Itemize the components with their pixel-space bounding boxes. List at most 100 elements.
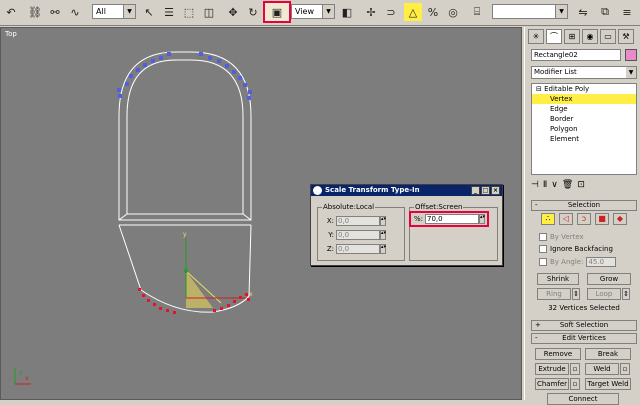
select-object-icon[interactable]: ↖ (140, 3, 158, 21)
motion-tab-icon[interactable]: ◉ (582, 29, 598, 44)
object-name-field[interactable]: Rectangle02 (531, 49, 621, 61)
y-field[interactable]: 0,0 (336, 230, 380, 240)
x-spinner[interactable]: ▴▾ (380, 216, 386, 226)
target-weld-button[interactable]: Target Weld (585, 378, 631, 390)
edit-vertices-rollout-header[interactable]: - Edit Vertices (531, 333, 637, 344)
minimize-icon[interactable]: _ (471, 186, 480, 195)
checkbox-box (539, 233, 547, 241)
element-mode-icon[interactable]: ◆ (613, 213, 627, 225)
remove-modifier-icon[interactable]: 🗑 (562, 180, 573, 190)
ring-spinner[interactable]: ⇕ (572, 288, 580, 300)
percent-snap-icon[interactable]: % (424, 3, 442, 21)
dialog-titlebar[interactable]: Scale Transform Type-In _ □ × (311, 185, 502, 196)
chamfer-button[interactable]: Chamfer (535, 378, 569, 390)
stack-item-label: Polygon (550, 125, 578, 133)
scale-gizmo: y x (183, 231, 253, 308)
svg-text:x: x (25, 375, 29, 382)
select-manipulate-icon[interactable]: ✢ (362, 3, 380, 21)
dialog-title: Scale Transform Type-In (325, 186, 420, 194)
loop-button[interactable]: Loop (587, 288, 621, 300)
svg-text:x: x (249, 291, 253, 298)
remove-button[interactable]: Remove (535, 348, 581, 360)
weld-settings-icon[interactable]: ▫ (620, 363, 630, 375)
object-color-swatch[interactable] (625, 49, 637, 61)
by-vertex-checkbox[interactable]: By Vertex (539, 233, 584, 241)
move-icon[interactable]: ✥ (224, 3, 242, 21)
chevron-down-icon: ▼ (555, 5, 567, 18)
grow-button[interactable]: Grow (587, 273, 631, 285)
region-select-icon[interactable]: ⬚ (180, 3, 198, 21)
extrude-button[interactable]: Extrude (535, 363, 569, 375)
chamfer-settings-icon[interactable]: ▫ (570, 378, 580, 390)
rotate-icon[interactable]: ↻ (244, 3, 262, 21)
stack-item-polygon[interactable]: Polygon (532, 124, 636, 134)
reference-coord-value: View (295, 7, 314, 16)
select-link-icon[interactable]: ⛓ (26, 3, 44, 21)
extrude-settings-icon[interactable]: ▫ (570, 363, 580, 375)
edit-named-selections-icon[interactable]: ⌸ (468, 3, 486, 21)
pivot-center-icon[interactable]: ◧ (338, 3, 356, 21)
by-angle-field[interactable]: 45.0 (586, 257, 617, 267)
stack-item-border[interactable]: Border (532, 114, 636, 124)
modifier-list-label: Modifier List (534, 68, 577, 76)
by-angle-checkbox[interactable]: By Angle: 45.0 (539, 257, 617, 267)
selection-rollout-header[interactable]: - Selection (531, 200, 637, 211)
spinner-snap-icon[interactable]: ◎ (444, 3, 462, 21)
modifier-list-dropdown[interactable]: Modifier List ▼ (531, 66, 637, 79)
scale-transform-dialog: Scale Transform Type-In _ □ × Absolute:L… (310, 184, 503, 266)
close-icon[interactable]: × (491, 186, 500, 195)
snap-toggle-icon[interactable]: ⊃ (382, 3, 400, 21)
ignore-backfacing-checkbox[interactable]: Ignore Backfacing (539, 245, 613, 253)
percent-field[interactable]: 70,0 (425, 214, 479, 224)
loop-spinner[interactable]: ⇕ (622, 288, 630, 300)
reference-coord-dropdown[interactable]: View ▼ (291, 4, 335, 19)
stack-item-editable-poly[interactable]: ⊟ Editable Poly (532, 84, 636, 94)
ring-button[interactable]: Ring (537, 288, 571, 300)
edge-mode-icon[interactable]: ◁ (559, 213, 573, 225)
window-crossing-icon[interactable]: ◫ (200, 3, 218, 21)
utilities-tab-icon[interactable]: ⚒ (618, 29, 634, 44)
z-field[interactable]: 0,0 (336, 244, 380, 254)
percent-spinner[interactable]: ▴▾ (479, 214, 485, 224)
named-selection-dropdown[interactable]: ▼ (492, 4, 568, 19)
select-by-name-icon[interactable]: ☰ (160, 3, 178, 21)
weld-button[interactable]: Weld (585, 363, 619, 375)
modifier-stack: ⊟ Editable Poly Vertex Edge Border Polyg… (531, 83, 637, 175)
create-tab-icon[interactable]: ✳ (528, 29, 544, 44)
border-mode-icon[interactable]: ↄ (577, 213, 591, 225)
polygon-mode-icon[interactable]: ■ (595, 213, 609, 225)
app-icon (313, 186, 322, 195)
stack-buttons: ⊣ Ⅱ ∨ 🗑 ⊡ (531, 177, 637, 193)
soft-selection-title: Soft Selection (559, 321, 609, 329)
show-end-result-icon[interactable]: Ⅱ (543, 180, 547, 190)
unlink-icon[interactable]: ⚯ (46, 3, 64, 21)
maximize-icon[interactable]: □ (481, 186, 490, 195)
y-label: Y: (328, 231, 334, 239)
y-spinner[interactable]: ▴▾ (380, 230, 386, 240)
mirror-icon[interactable]: ⇋ (574, 3, 592, 21)
soft-selection-rollout-header[interactable]: + Soft Selection (531, 320, 637, 331)
shrink-button[interactable]: Shrink (537, 273, 579, 285)
align-icon[interactable]: ⧉ (596, 3, 614, 21)
modify-tab-icon[interactable]: ⌒ (546, 29, 562, 44)
hierarchy-tab-icon[interactable]: ⊞ (564, 29, 580, 44)
x-field[interactable]: 0,0 (336, 216, 380, 226)
make-unique-icon[interactable]: ∨ (551, 180, 558, 190)
vertex-mode-icon[interactable]: ∴ (541, 213, 555, 225)
configure-sets-icon[interactable]: ⊡ (577, 180, 585, 190)
pin-stack-icon[interactable]: ⊣ (531, 180, 539, 190)
scale-icon[interactable]: ▣ (263, 1, 291, 23)
undo-icon[interactable]: ↶ (2, 3, 20, 21)
z-spinner[interactable]: ▴▾ (380, 244, 386, 254)
layer-manager-icon[interactable]: ≡ (618, 3, 636, 21)
stack-item-edge[interactable]: Edge (532, 104, 636, 114)
angle-snap-icon[interactable]: △ (404, 3, 422, 21)
subobject-icons: ∴ ◁ ↄ ■ ◆ (541, 213, 627, 225)
stack-item-element[interactable]: Element (532, 134, 636, 144)
selection-filter-dropdown[interactable]: All ▼ (92, 4, 136, 19)
break-button[interactable]: Break (585, 348, 631, 360)
bind-spacewarp-icon[interactable]: ∿ (66, 3, 84, 21)
stack-item-vertex[interactable]: Vertex (532, 94, 636, 104)
connect-button[interactable]: Connect (547, 393, 619, 405)
display-tab-icon[interactable]: ▭ (600, 29, 616, 44)
